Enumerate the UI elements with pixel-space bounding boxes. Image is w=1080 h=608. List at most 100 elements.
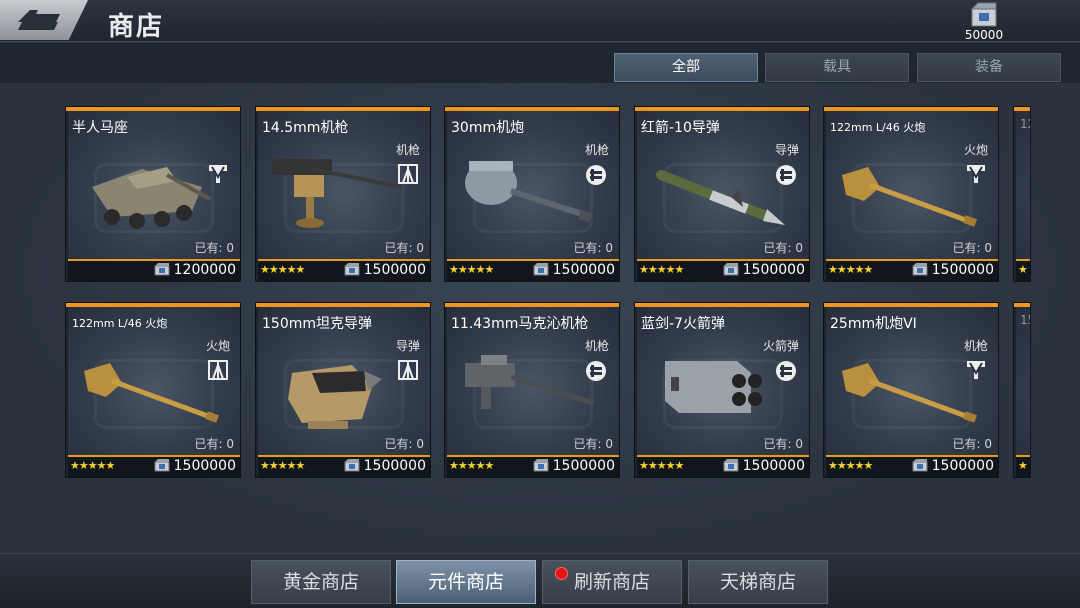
price-value: 1500000: [931, 458, 994, 474]
cannon-image: [82, 343, 222, 437]
price-value: 1200000: [173, 262, 236, 278]
owned-count: 已有: 0: [384, 241, 425, 255]
crate-icon: [154, 263, 170, 276]
tab-ladder-shop[interactable]: 天梯商店: [688, 560, 828, 604]
item-name: 25mm机炮VI: [830, 316, 917, 332]
card-footer: ★★★★★ 1500000: [637, 259, 809, 281]
item-name: 12: [1020, 117, 1030, 131]
item-card[interactable]: 11.43mm马克沁机枪 机枪 已有: 0 ★★★★★ 1500000: [444, 302, 620, 478]
crate-icon: [344, 263, 360, 276]
cannon-image: [840, 147, 980, 241]
vehicle-icon: [965, 163, 987, 189]
rating-stars: ★★★★★: [70, 459, 115, 472]
card-preview: 12: [1016, 111, 1030, 259]
card-preview: 150mm坦克导弹 导弹 已有: 0: [258, 307, 430, 455]
tab-parts-shop[interactable]: 元件商店: [396, 560, 536, 604]
rating-stars: ★★★★★: [828, 263, 873, 276]
back-arrow-icon: [18, 10, 60, 30]
item-type: 导弹: [395, 339, 420, 353]
card-preview: 14.5mm机枪 机枪 已有: 0: [258, 111, 430, 259]
card-footer: 1200000: [68, 259, 240, 281]
owned-count: 已有: 0: [763, 241, 804, 255]
missile-image: [651, 147, 791, 241]
item-name: 15: [1020, 313, 1030, 327]
crate-icon: [723, 459, 739, 472]
heavy-machine-gun-image: [272, 147, 412, 241]
rating-stars: ★★★★★: [449, 263, 494, 276]
rank-icon: [397, 163, 419, 189]
item-price: 1500000: [533, 458, 615, 474]
autocannon-turret-image: [461, 147, 601, 241]
rating-stars: ★★★★★: [260, 263, 305, 276]
item-name: 122mm L/46 火炮: [830, 121, 926, 134]
crate-icon: [533, 263, 549, 276]
machinegun-icon: [774, 359, 798, 387]
item-card[interactable]: 150mm坦克导弹 导弹 已有: 0 ★★★★★ 1500000: [255, 302, 431, 478]
rank-icon: [397, 359, 419, 385]
maxim-gun-image: [461, 343, 601, 437]
item-card[interactable]: 122mm L/46 火炮火炮已有: 0 ★★★★★ 1500000: [65, 302, 241, 478]
owned-count: 已有: 0: [194, 437, 235, 451]
card-footer: ★: [1016, 455, 1030, 477]
item-name: 30mm机炮: [451, 120, 525, 136]
item-name: 14.5mm机枪: [262, 120, 349, 136]
back-button[interactable]: [0, 0, 88, 40]
owned-count: 已有: 0: [952, 241, 993, 255]
tab-vehicles[interactable]: 载具: [765, 53, 909, 82]
card-preview: 蓝剑-7火箭弹 火箭弹 已有: 0: [637, 307, 809, 455]
price-value: 1500000: [552, 458, 615, 474]
item-card[interactable]: 半人马座 已有: 0 1200000: [65, 106, 241, 282]
card-footer: ★★★★★ 1500000: [68, 455, 240, 477]
item-price: 1500000: [154, 458, 236, 474]
machinegun-icon: [584, 163, 608, 191]
rating-stars: ★★★★★: [828, 459, 873, 472]
item-name: 蓝剑-7火箭弹: [641, 316, 725, 332]
tab-refresh-shop[interactable]: 刷新商店: [542, 560, 682, 604]
item-card[interactable]: 14.5mm机枪 机枪 已有: 0 ★★★★★ 1500000: [255, 106, 431, 282]
item-card[interactable]: 蓝剑-7火箭弹 火箭弹 已有: 0 ★★★★★ 1500000: [634, 302, 810, 478]
rating-stars: ★★★★★: [639, 263, 684, 276]
item-price: 1500000: [344, 458, 426, 474]
item-card[interactable]: 30mm机炮 机枪 已有: 0 ★★★★★ 1500000: [444, 106, 620, 282]
item-card[interactable]: 122mm L/46 火炮火炮已有: 0 ★★★★★ 1500000: [823, 106, 999, 282]
price-value: 1500000: [363, 262, 426, 278]
item-type: 机枪: [584, 143, 609, 157]
shop-tab-bar: 黄金商店 元件商店 刷新商店 天梯商店: [0, 553, 1080, 608]
card-footer: ★★★★★ 1500000: [826, 259, 998, 281]
crate-icon: [533, 459, 549, 472]
rating-stars: ★★★★★: [260, 459, 305, 472]
card-preview: 25mm机炮VI 机枪 已有: 0: [826, 307, 998, 455]
tab-all[interactable]: 全部: [614, 53, 758, 82]
item-name: 122mm L/46 火炮: [72, 317, 168, 330]
card-preview: 15: [1016, 307, 1030, 455]
item-grid: 半人马座 已有: 0 1200000 14.5mm机枪 机枪 已有: 0 ★★★★★ 1500…: [0, 83, 1080, 553]
item-card[interactable]: 红箭-10导弹导弹已有: 0 ★★★★★ 1500000: [634, 106, 810, 282]
tab-gold-shop[interactable]: 黄金商店: [251, 560, 391, 604]
card-preview: 红箭-10导弹导弹已有: 0: [637, 111, 809, 259]
item-price: 1500000: [912, 262, 994, 278]
item-name: 红箭-10导弹: [641, 120, 720, 136]
crate-icon: [970, 2, 997, 27]
tab-equipment[interactable]: 装备: [917, 53, 1061, 82]
card-footer: ★★★★★ 1500000: [637, 455, 809, 477]
card-preview: 122mm L/46 火炮火炮已有: 0: [68, 307, 240, 455]
item-card-partial[interactable]: 15 ★: [1013, 302, 1031, 478]
price-value: 1500000: [173, 458, 236, 474]
item-card-partial[interactable]: 12 ★: [1013, 106, 1031, 282]
crate-icon: [344, 459, 360, 472]
item-card[interactable]: 25mm机炮VI 机枪 已有: 0 ★★★★★ 1500000: [823, 302, 999, 478]
crate-icon: [912, 263, 928, 276]
notification-dot: [555, 567, 568, 580]
item-type: 导弹: [774, 143, 799, 157]
owned-count: 已有: 0: [384, 437, 425, 451]
machinegun-icon: [584, 359, 608, 387]
item-type: 火箭弹: [762, 339, 799, 353]
rating-stars: ★: [1018, 459, 1028, 472]
item-type: 机枪: [584, 339, 609, 353]
item-type: 火炮: [963, 143, 988, 157]
card-preview: 122mm L/46 火炮火炮已有: 0: [826, 111, 998, 259]
item-price: 1500000: [723, 262, 805, 278]
item-price: 1500000: [533, 262, 615, 278]
price-value: 1500000: [931, 262, 994, 278]
item-type: 火炮: [205, 339, 230, 353]
